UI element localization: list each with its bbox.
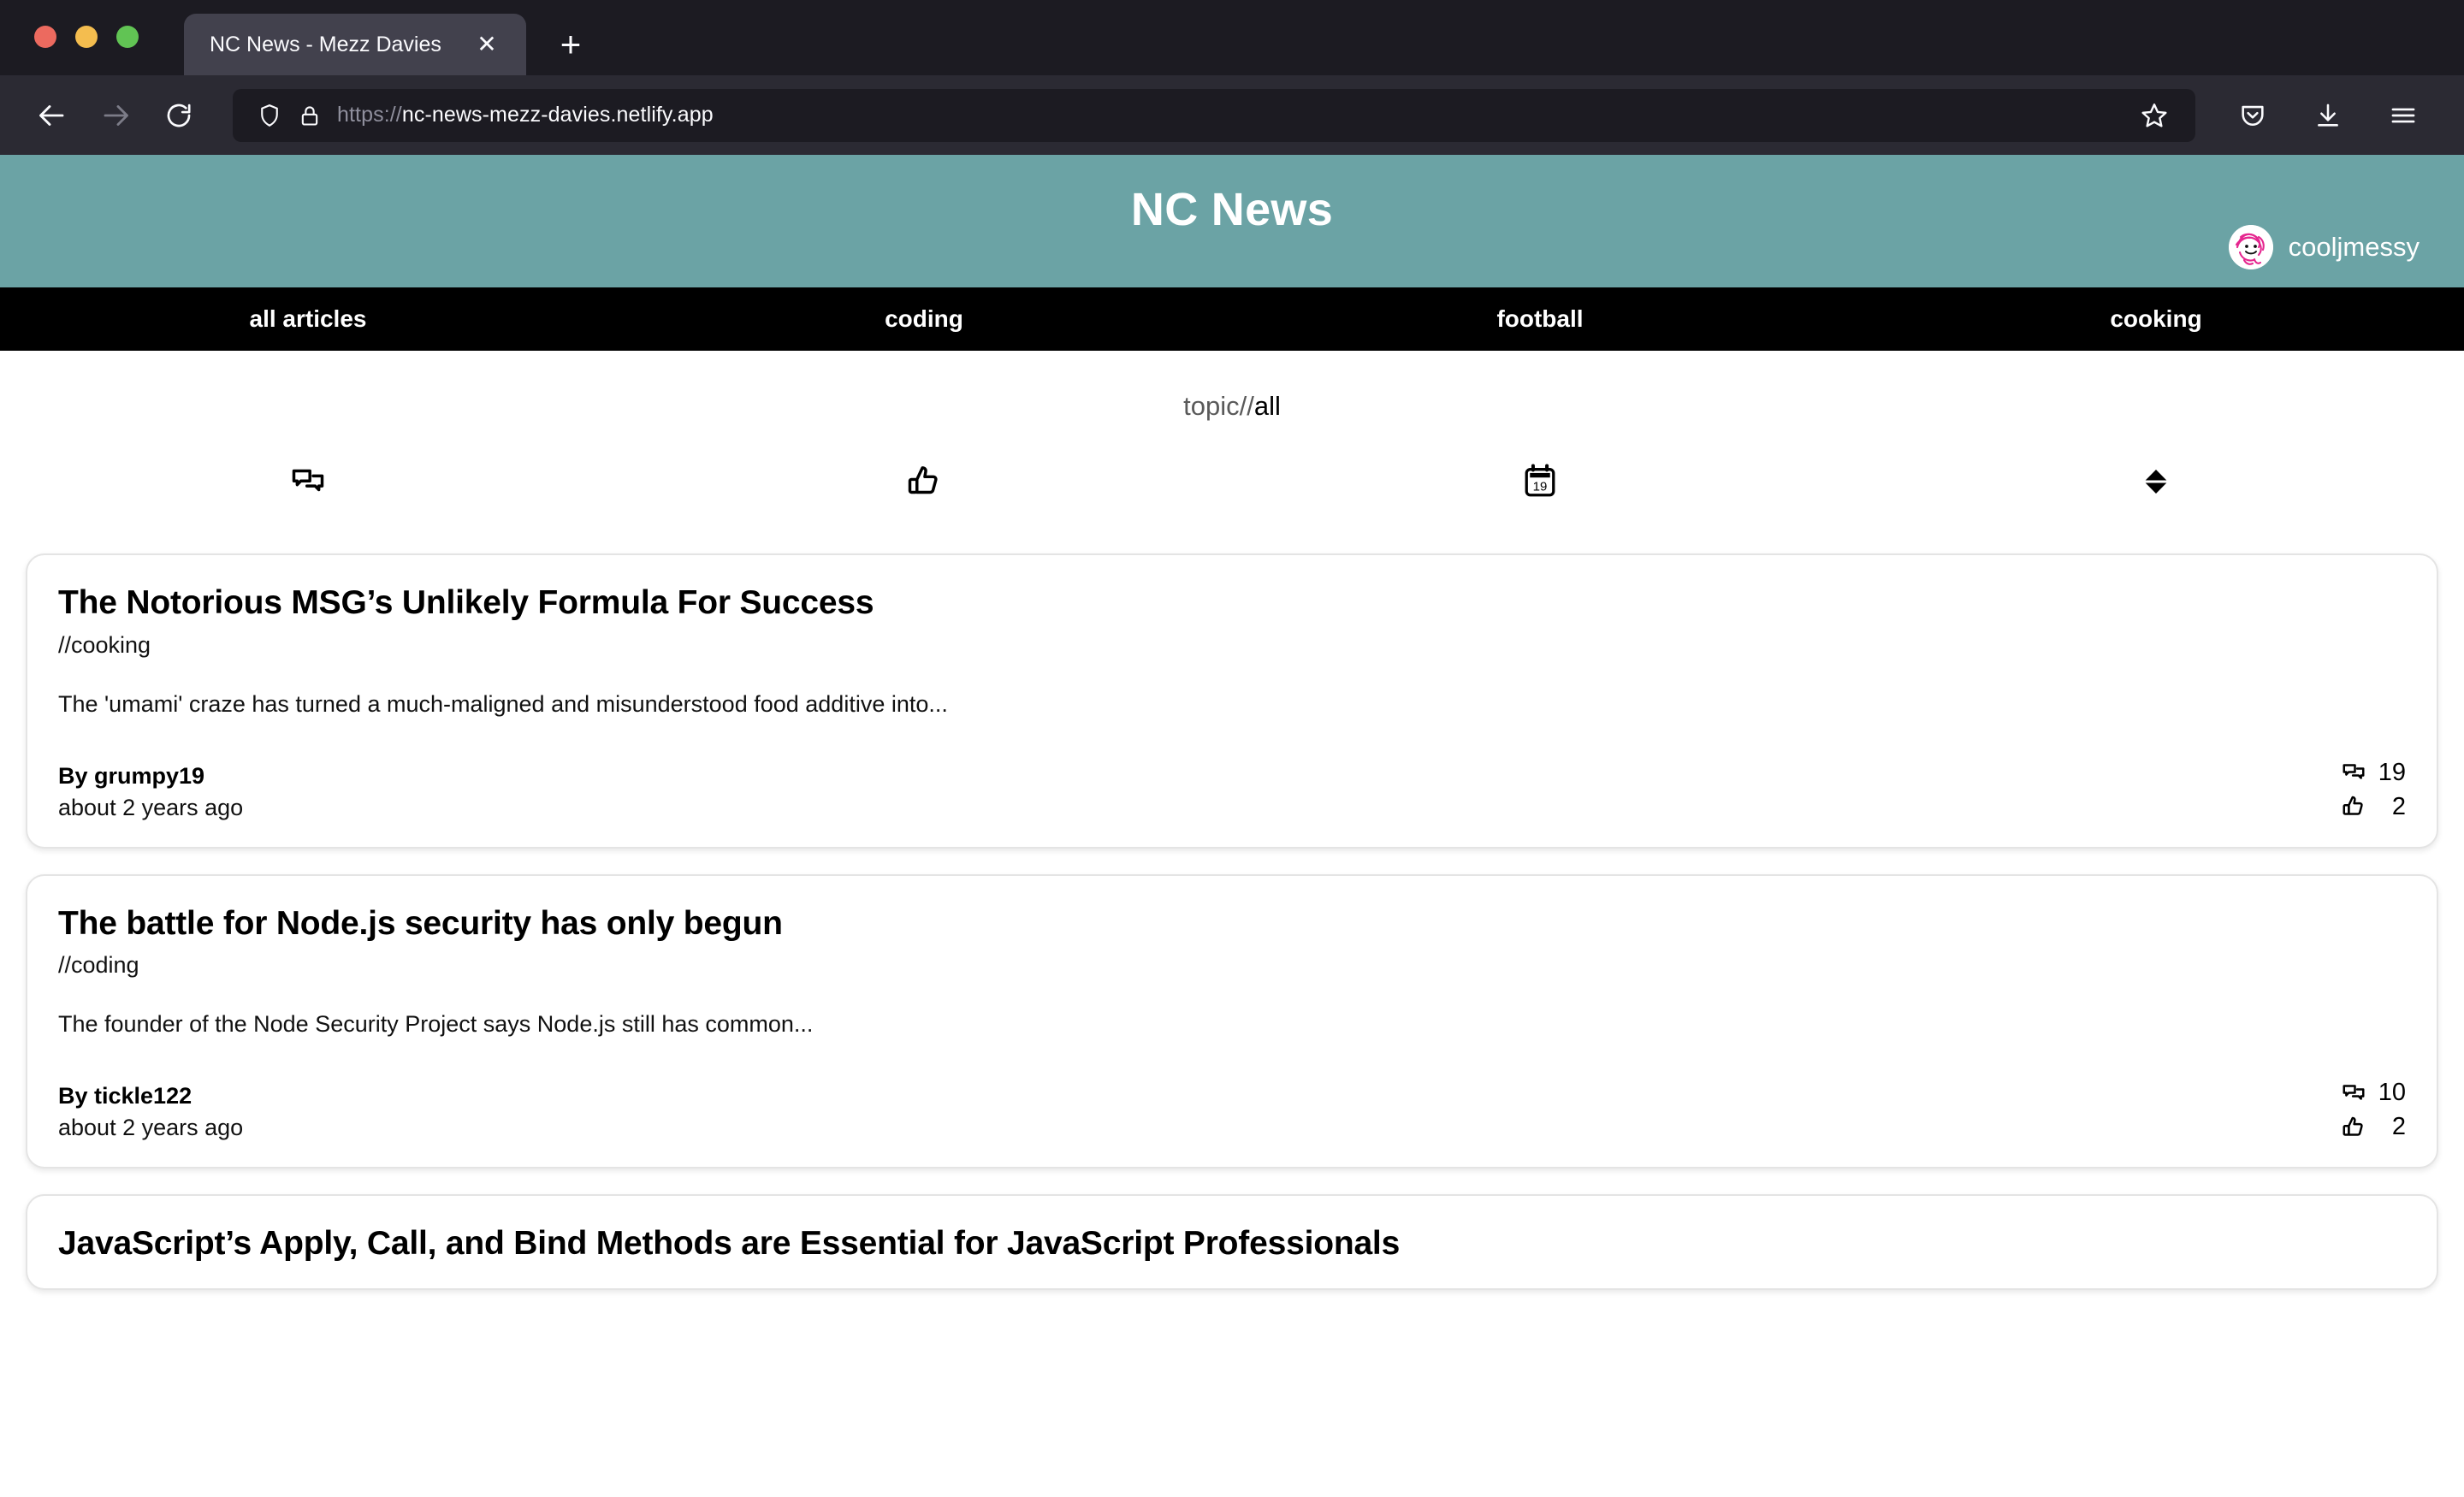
- forward-arrow-icon: [104, 104, 128, 126]
- article-card[interactable]: The battle for Node.js security has only…: [26, 873, 2438, 1169]
- star-icon: [2141, 103, 2167, 127]
- user-chip[interactable]: cooljmessy: [2228, 225, 2420, 269]
- window-controls: [34, 26, 139, 48]
- article-author: By grumpy19: [58, 762, 205, 789]
- page-title: NC News: [1130, 184, 1334, 235]
- sort-by-comments[interactable]: [0, 454, 616, 509]
- comment-count: 19: [2378, 758, 2406, 786]
- article-excerpt: The 'umami' craze has turned a much-mali…: [58, 690, 948, 717]
- topic-prefix: topic//: [1183, 391, 1254, 421]
- topic-navbar: all articles coding football cooking: [0, 287, 2464, 351]
- nav-coding[interactable]: coding: [616, 287, 1232, 351]
- browser-tab[interactable]: NC News - Mezz Davies ✕: [184, 14, 526, 75]
- article-card[interactable]: The Notorious MSG’s Unlikely Formula For…: [26, 553, 2438, 849]
- reload-button[interactable]: [151, 87, 207, 144]
- url-host: nc-news-mezz-davies.netlify.app: [401, 103, 714, 127]
- article-byline: By tickle122 about 2 years ago: [58, 1083, 243, 1141]
- sort-order-toggle[interactable]: [1848, 454, 2464, 509]
- vote-count-row: 2: [2341, 793, 2406, 821]
- article-date: about 2 years ago: [58, 1115, 244, 1141]
- nav-cooking[interactable]: cooking: [1848, 287, 2464, 351]
- thumbs-up-icon: [908, 466, 938, 494]
- close-tab-icon[interactable]: ✕: [468, 26, 506, 63]
- nav-all-articles[interactable]: all articles: [0, 287, 616, 351]
- article-counts: 10 2: [2341, 1079, 2406, 1141]
- vote-count: 2: [2391, 792, 2406, 820]
- back-arrow-icon: [39, 104, 64, 126]
- vote-count-row: 2: [2341, 1113, 2406, 1141]
- article-author: By tickle122: [58, 1083, 192, 1109]
- article-card[interactable]: JavaScript’s Apply, Call, and Bind Metho…: [26, 1194, 2438, 1291]
- url-bar[interactable]: https://nc-news-mezz-davies.netlify.app: [233, 88, 2195, 142]
- sort-toolbar: 19: [0, 454, 2464, 509]
- comments-icon: [2343, 764, 2365, 779]
- minimize-window-button[interactable]: [75, 26, 98, 48]
- pocket-icon: [2242, 105, 2264, 126]
- download-icon: [2318, 104, 2338, 127]
- username-label: cooljmessy: [2288, 232, 2420, 262]
- vote-count: 2: [2391, 1113, 2406, 1141]
- comment-count-row: 19: [2341, 759, 2406, 787]
- browser-window: NC News - Mezz Davies ✕ + https://nc-new…: [0, 0, 2464, 1497]
- article-topic: //cooking: [58, 631, 151, 658]
- article-byline: By grumpy19 about 2 years ago: [58, 763, 243, 821]
- article-excerpt: The founder of the Node Security Project…: [58, 1011, 814, 1038]
- mr-messy-avatar-icon: [2228, 225, 2273, 269]
- lock-icon[interactable]: [298, 104, 322, 127]
- article-list: The Notorious MSG’s Unlikely Formula For…: [0, 553, 2464, 1291]
- bookmark-button[interactable]: [2129, 90, 2180, 141]
- article-date: about 2 years ago: [58, 794, 244, 820]
- downloads-button[interactable]: [2300, 87, 2356, 144]
- calendar-day-label: 19: [1533, 479, 1548, 494]
- reload-icon: [167, 104, 191, 127]
- new-tab-icon[interactable]: +: [545, 19, 596, 70]
- site-header: NC News cooljmessy: [0, 155, 2464, 287]
- avatar: [2228, 225, 2273, 269]
- sort-by-votes[interactable]: [616, 454, 1232, 509]
- shield-icon[interactable]: [257, 103, 282, 128]
- article-footer: By tickle122 about 2 years ago 10 2: [58, 1079, 2406, 1141]
- app-menu-button[interactable]: [2375, 87, 2431, 144]
- forward-button[interactable]: [87, 87, 144, 144]
- url-text: https://nc-news-mezz-davies.netlify.app: [337, 103, 2113, 127]
- article-title[interactable]: The battle for Node.js security has only…: [58, 905, 2406, 943]
- article-counts: 19 2: [2341, 759, 2406, 821]
- thumbs-up-icon: [2343, 1116, 2363, 1136]
- close-window-button[interactable]: [34, 26, 56, 48]
- calendar-icon: 19: [1525, 464, 1555, 497]
- nav-football[interactable]: football: [1232, 287, 1848, 351]
- toolbar-right-icons: [2224, 87, 2440, 144]
- comments-icon: [292, 469, 324, 492]
- comment-count-row: 10: [2341, 1079, 2406, 1107]
- thumbs-up-icon: [2343, 796, 2363, 815]
- sort-by-date[interactable]: 19: [1232, 454, 1848, 509]
- article-topic: //coding: [58, 952, 139, 979]
- tab-title: NC News - Mezz Davies: [210, 32, 441, 56]
- page-viewport: NC News cooljmessy all articles coding f…: [0, 155, 2464, 1497]
- browser-titlebar: NC News - Mezz Davies ✕ +: [0, 0, 2464, 75]
- pocket-button[interactable]: [2224, 87, 2281, 144]
- hamburger-menu-icon: [2391, 108, 2415, 122]
- comments-icon: [2343, 1085, 2365, 1100]
- article-footer: By grumpy19 about 2 years ago 19 2: [58, 759, 2406, 821]
- current-topic-label: topic//all: [0, 351, 2464, 422]
- browser-toolbar: https://nc-news-mezz-davies.netlify.app: [0, 75, 2464, 155]
- maximize-window-button[interactable]: [116, 26, 139, 48]
- comment-count: 10: [2378, 1079, 2406, 1107]
- back-button[interactable]: [24, 87, 80, 144]
- article-title[interactable]: The Notorious MSG’s Unlikely Formula For…: [58, 584, 2406, 622]
- url-scheme: https://: [337, 103, 402, 127]
- sort-order-icon: [2145, 470, 2167, 494]
- article-title[interactable]: JavaScript’s Apply, Call, and Bind Metho…: [58, 1225, 2406, 1263]
- topic-value: all: [1253, 391, 1281, 421]
